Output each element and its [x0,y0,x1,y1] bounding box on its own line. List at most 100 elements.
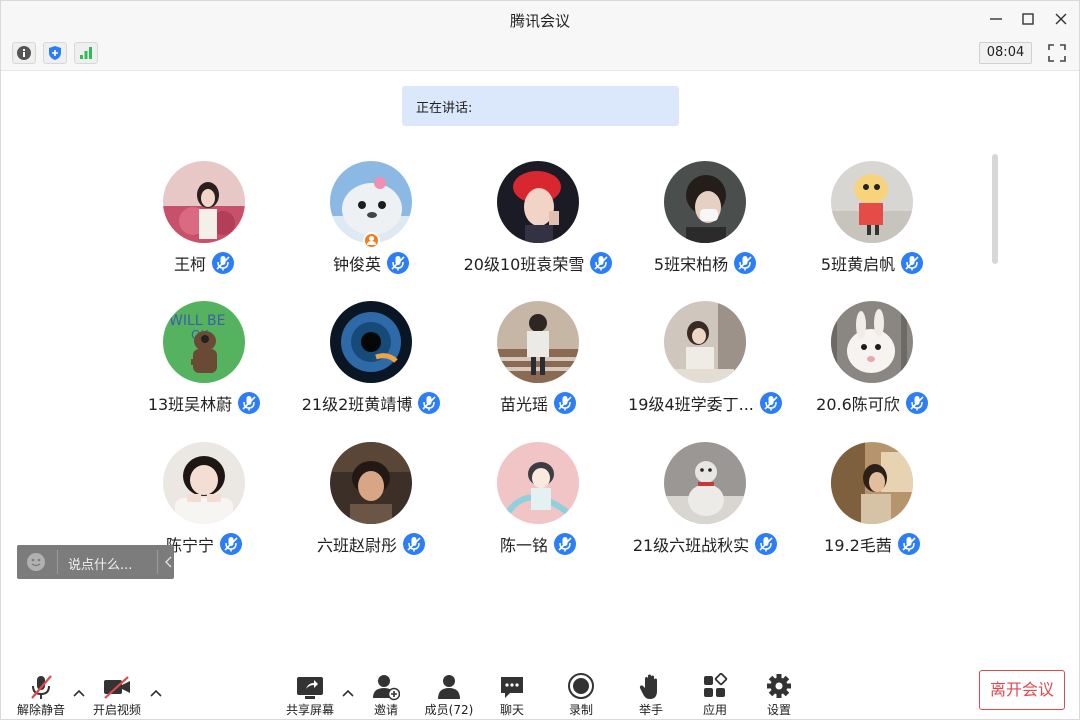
record-button[interactable]: 录制 [559,671,603,717]
scrollbar-thumb[interactable] [992,154,998,264]
title-bar: 腾讯会议 [1,1,1079,37]
share-screen-icon [297,677,323,699]
participant-name: 20.6陈可欣 [816,395,900,414]
participant-name-line: 19.2毛茜 [789,531,955,557]
svg-text:WILL BE: WILL BE [169,313,225,329]
avatar [664,161,746,243]
apps-button[interactable]: 应用 [693,671,737,717]
avatar [163,442,245,524]
speaking-indicator: 正在讲话: [402,86,679,126]
members-icon [438,675,460,699]
avatar [330,301,412,383]
start-video-label: 开启视频 [92,703,141,717]
video-options-chevron-icon[interactable] [150,687,162,699]
avatar [664,301,746,383]
participant-name: 21级六班战秋实 [632,536,750,555]
mic-muted-icon [212,252,234,274]
meeting-info-bar: 08:04 [1,37,1079,71]
chevron-left-icon[interactable] [164,556,174,568]
settings-button[interactable]: 设置 [757,671,801,717]
participant-name: 19级4班学委丁... [628,395,754,414]
mic-muted-icon [554,533,576,555]
participant-name-line: 王柯 [121,250,287,276]
participant-tile[interactable]: 20级10班袁荣雪 [455,161,621,281]
participant-tile[interactable]: 5班黄启帆 [789,161,955,281]
speaking-label: 正在讲话: [416,101,473,116]
leave-meeting-button[interactable]: 离开会议 [979,670,1065,710]
close-button[interactable] [1051,9,1071,29]
window-title: 腾讯会议 [509,12,570,30]
members-button[interactable]: 成员(72) [421,671,477,717]
participant-name: 陈一铭 [499,536,548,555]
participant-tile[interactable]: 苗光瑶 [455,301,621,421]
chat-label: 聊天 [499,703,524,717]
participant-name: 六班赵尉彤 [316,536,397,555]
participant-tile[interactable]: 陈宁宁 [121,442,287,562]
invite-button[interactable]: 邀请 [363,671,409,717]
participant-name-line: 5班黄启帆 [789,250,955,276]
share-screen-button[interactable]: 共享屏幕 [281,671,339,717]
network-status-button[interactable] [74,42,98,64]
avatar [163,161,245,243]
participant-name-line: 六班赵尉彤 [288,531,454,557]
participant-tile[interactable]: 21级六班战秋实 [622,442,788,562]
divider [57,550,58,574]
mic-muted-icon [418,392,441,414]
camera-off-icon [104,676,130,699]
audio-options-chevron-icon[interactable] [73,687,85,699]
mic-muted-icon [387,252,409,274]
participant-name-line: 21级2班黄靖博 [288,390,454,416]
participant-name-line: 13班吴林蔚 [121,390,287,416]
minimize-button[interactable] [986,9,1006,29]
minimize-icon [990,18,1002,20]
mic-muted-icon [31,675,52,699]
chat-bubble-icon [501,677,523,698]
mic-muted-icon [554,392,576,414]
participant-tile[interactable]: WILL BEOK. 13班吴林蔚 [121,301,287,421]
fullscreen-button[interactable] [1047,43,1067,63]
avatar [497,442,579,524]
participant-tile[interactable]: 21级2班黄靖博 [288,301,454,421]
unmute-button[interactable]: 解除静音 [11,671,71,717]
mic-muted-icon [403,533,425,555]
participant-tile[interactable]: 19级4班学委丁... [622,301,788,421]
signal-icon [80,47,92,59]
participant-tile[interactable]: 19.2毛茜 [789,442,955,562]
avatar [497,161,579,243]
emoji-icon[interactable] [26,552,46,572]
participant-name: 王柯 [173,255,206,274]
avatar [831,301,913,383]
participant-name-line: 19级4班学委丁... [622,390,788,416]
security-button[interactable] [43,42,67,64]
meeting-info-button[interactable] [12,42,36,64]
avatar [330,161,412,243]
chat-button[interactable]: 聊天 [491,671,533,717]
maximize-button[interactable] [1018,9,1038,29]
participant-tile[interactable]: 20.6陈可欣 [789,301,955,421]
participant-name-line: 20.6陈可欣 [789,390,955,416]
divider [157,550,158,574]
record-label: 录制 [568,703,593,717]
apps-label: 应用 [702,703,727,717]
participant-name-line: 5班宋柏杨 [622,250,788,276]
participant-tile[interactable]: 5班宋柏杨 [622,161,788,281]
avatar: WILL BEOK. [163,301,245,383]
share-options-chevron-icon[interactable] [342,687,354,699]
mic-muted-icon [905,392,928,414]
participant-name: 苗光瑶 [499,395,548,414]
participant-tile[interactable]: 六班赵尉彤 [288,442,454,562]
start-video-button[interactable]: 开启视频 [85,671,149,717]
members-label: 成员(72) [424,703,474,717]
avatar [497,301,579,383]
close-icon [1055,13,1067,25]
participant-name: 21级2班黄靖博 [301,395,413,414]
raise-hand-button[interactable]: 举手 [629,671,673,717]
participant-name-line: 钟俊英 [288,250,454,276]
participant-tile[interactable]: 王柯 [121,161,287,281]
chat-input[interactable]: 说点什么... [17,545,174,579]
participant-name-line: 21级六班战秋实 [622,531,788,557]
participant-tile[interactable]: 陈一铭 [455,442,621,562]
participant-name: 5班黄启帆 [820,255,896,274]
record-icon [568,673,594,699]
participant-tile[interactable]: 钟俊英 [288,161,454,281]
